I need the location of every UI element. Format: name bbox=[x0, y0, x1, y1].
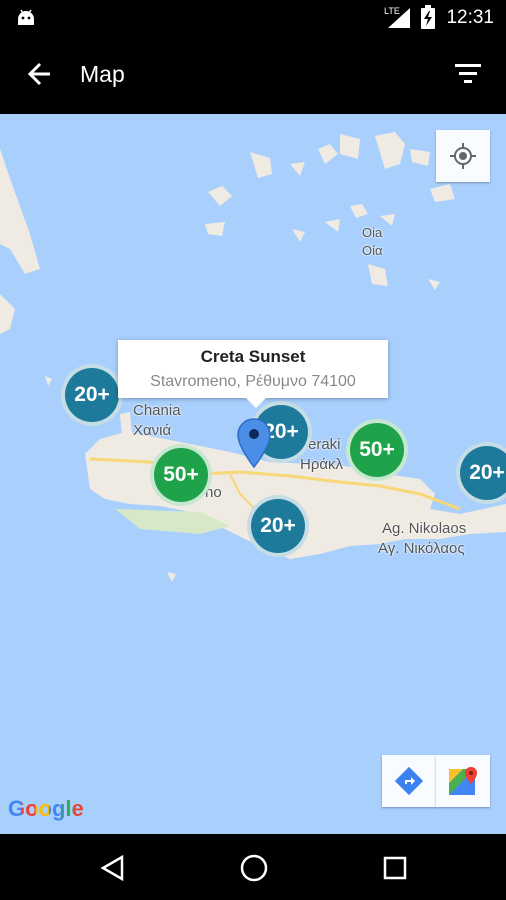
directions-button[interactable] bbox=[382, 755, 436, 807]
info-window-title: Creta Sunset bbox=[200, 347, 306, 366]
back-nav-icon[interactable] bbox=[100, 854, 126, 882]
signal-icon bbox=[388, 8, 410, 28]
crosshair-icon bbox=[450, 143, 476, 169]
arrow-left-icon[interactable] bbox=[26, 60, 54, 88]
google-maps-icon bbox=[449, 767, 477, 795]
filter-icon[interactable] bbox=[454, 62, 482, 86]
city-label-chania-gr: Χανιά bbox=[133, 422, 172, 439]
recents-nav-icon[interactable] bbox=[382, 855, 408, 881]
marker-info-window[interactable]: Creta Sunset Stavromeno, Ρέθυμνο 74100 bbox=[118, 340, 388, 408]
city-label-agnikolaos-gr: Αγ. Νικόλαος bbox=[378, 540, 465, 557]
battery-icon bbox=[421, 5, 435, 29]
home-nav-icon[interactable] bbox=[239, 853, 269, 883]
page-title: Map bbox=[80, 61, 125, 87]
city-label-oia-gr: Οία bbox=[362, 243, 383, 258]
map-pin-icon[interactable] bbox=[236, 417, 272, 469]
map-cluster[interactable]: 50+ bbox=[346, 419, 408, 481]
map-view[interactable]: Chania Χανιά Oia Οία eraki Ηράκλ no Ag. … bbox=[0, 114, 506, 834]
city-label-oia: Oia bbox=[362, 225, 383, 240]
my-location-button[interactable] bbox=[436, 130, 490, 182]
google-logo: Google bbox=[8, 796, 84, 822]
map-tiles bbox=[0, 132, 506, 582]
info-window-subtitle: Stavromeno, Ρέθυμνο 74100 bbox=[150, 373, 356, 390]
google-logo-text: Google bbox=[8, 796, 84, 821]
city-label-chania: Chania bbox=[133, 402, 181, 419]
map-cluster[interactable]: 20+ bbox=[61, 364, 123, 426]
city-label-agnikolaos: Ag. Nikolaos bbox=[382, 520, 467, 537]
open-in-maps-button[interactable] bbox=[436, 755, 490, 807]
android-icon bbox=[18, 9, 34, 25]
map-cluster[interactable]: 20+ bbox=[247, 495, 309, 557]
map-cluster[interactable]: 50+ bbox=[150, 444, 212, 506]
city-label-heraklion-gr: Ηράκλ bbox=[300, 456, 344, 473]
navigation-bar bbox=[0, 834, 506, 900]
status-bar: LTE 12:31 bbox=[0, 0, 506, 34]
clock: 12:31 bbox=[446, 7, 494, 28]
city-label-heraklion: eraki bbox=[308, 436, 341, 453]
app-bar: Map bbox=[0, 34, 506, 114]
directions-icon bbox=[394, 766, 424, 796]
